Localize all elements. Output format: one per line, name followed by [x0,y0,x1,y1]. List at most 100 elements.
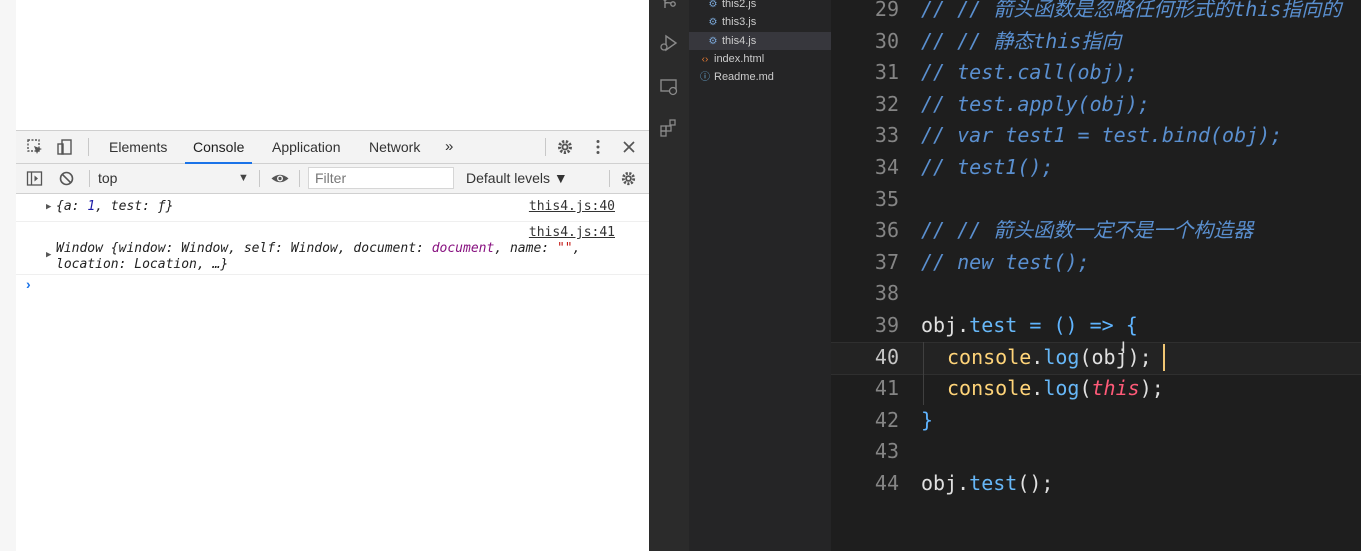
console-prompt[interactable]: › [26,276,31,292]
code-line: 35 [831,184,1361,216]
source-link[interactable]: this4.js:41 [529,225,615,240]
line-number: 36 [831,215,899,247]
code-line: 37 // new test(); [831,247,1361,279]
console-output: ▶ {a: 1, test: ƒ} this4.js:40 this4.js:4… [16,194,649,275]
file-item-readme[interactable]: ⓘReadme.md [689,68,831,86]
line-number: 37 [831,247,899,279]
console-settings-gear-icon[interactable] [620,170,637,187]
code-text: // test1(); [921,152,1053,184]
code-line: 33 // var test1 = test.bind(obj); [831,120,1361,152]
console-toolbar: top ▼ Filter Default levels ▼ [16,164,649,194]
line-number: 39 [831,310,899,342]
code-line: 31 // test.call(obj); [831,57,1361,89]
object-preview[interactable]: {a: 1, test: ƒ} [56,199,173,214]
toolbar-divider [89,170,90,187]
line-number: 38 [831,278,899,310]
tabbar-divider [88,138,89,156]
code-text: // // 箭头函数是忽略任何形式的this指向的 [921,0,1341,26]
line-number: 40 [831,342,899,374]
js-file-icon: ⚙ [707,0,719,14]
code-text: // // 箭头函数一定不是一个构造器 [921,215,1253,247]
code-line: 36 // // 箭头函数一定不是一个构造器 [831,215,1361,247]
code-line: 38 [831,278,1361,310]
more-tabs-button[interactable]: » [445,131,453,163]
remote-explorer-icon[interactable] [659,77,679,97]
activity-bar [649,0,689,551]
code-line: 40console.log(obj); [831,342,1361,374]
file-item-this3[interactable]: ⚙this3.js [689,13,831,31]
tab-console[interactable]: Console [193,131,244,163]
file-item-this2[interactable]: ⚙this2.js [689,0,831,13]
code-text: // new test(); [921,247,1090,279]
line-number: 30 [831,26,899,58]
browser-window: Elements Console Application Network » [0,0,649,551]
toolbar-divider [259,170,260,187]
tab-elements[interactable]: Elements [109,131,167,163]
code-line: 29// // 箭头函数是忽略任何形式的this指向的 [831,0,1361,26]
text-caret [1163,344,1165,371]
source-link[interactable]: this4.js:40 [529,199,615,214]
devtools-panel: Elements Console Application Network » [16,130,649,552]
log-levels-dropdown[interactable]: Default levels ▼ [466,164,568,193]
line-number: 34 [831,152,899,184]
inspect-element-icon[interactable] [26,138,44,156]
close-icon[interactable] [620,138,638,156]
code-line: 30 // // 静态this指向 [831,26,1361,58]
line-number: 44 [831,468,899,500]
vscode-window: ⚙this2.js ⚙this3.js ⚙this4.js ‹›index.ht… [649,0,1361,551]
devtools-tabbar: Elements Console Application Network » [16,131,649,164]
sidebar-toggle-icon[interactable] [26,170,43,187]
file-explorer: ⚙this2.js ⚙this3.js ⚙this4.js ‹›index.ht… [689,0,831,551]
extensions-icon[interactable] [659,118,679,138]
window-gutter [0,0,16,551]
context-dropdown-arrow[interactable]: ▼ [238,164,249,193]
code-line: 39 obj.test = () => { [831,310,1361,342]
expand-triangle-icon[interactable]: ▶ [46,250,51,260]
code-line: 32// test.apply(obj); [831,89,1361,121]
tab-application[interactable]: Application [272,131,341,163]
code-text: // test.call(obj); [921,57,1138,89]
code-line: 43 [831,436,1361,468]
line-number: 43 [831,436,899,468]
kebab-menu-icon[interactable] [589,138,607,156]
tabbar-divider [545,138,546,156]
code-text: // var test1 = test.bind(obj); [921,120,1282,152]
code-line: 41 console.log(this); [831,373,1361,405]
code-line: 44 obj.test(); [831,468,1361,500]
code-text: obj.test(); [921,468,1053,500]
js-file-icon: ⚙ [707,14,719,32]
code-text: } [921,405,933,437]
line-number: 35 [831,184,899,216]
source-control-icon[interactable] [659,0,679,12]
eye-icon[interactable] [270,170,290,187]
code-text: console.log(this); [947,373,1164,405]
file-item-index-html[interactable]: ‹›index.html [689,50,831,68]
device-toolbar-icon[interactable] [56,138,74,156]
toolbar-divider [299,170,300,187]
code-text: // // 静态this指向 [921,26,1121,58]
window-object-preview-cont[interactable]: location: Location, …} [56,257,228,272]
clear-console-icon[interactable] [58,170,75,187]
file-item-this4[interactable]: ⚙this4.js [689,32,831,50]
mouse-ibeam-cursor: I [1121,338,1126,357]
code-line: 34 // test1(); [831,152,1361,184]
code-text: obj.test = () => { [921,310,1138,342]
info-icon: ⓘ [699,69,711,87]
run-debug-icon[interactable] [659,33,679,53]
expand-triangle-icon[interactable]: ▶ [46,202,51,212]
code-line: 42} [831,405,1361,437]
code-editor[interactable]: 29// // 箭头函数是忽略任何形式的this指向的 30 // // 静态th… [831,0,1361,551]
line-number: 31 [831,57,899,89]
window-object-preview[interactable]: Window {window: Window, self: Window, do… [56,241,580,256]
settings-gear-icon[interactable] [556,138,574,156]
line-number: 33 [831,120,899,152]
context-selector[interactable]: top [98,164,117,193]
console-message: this4.js:41 ▶ Window {window: Window, se… [16,222,649,275]
console-message: ▶ {a: 1, test: ƒ} this4.js:40 [16,194,649,222]
line-number: 41 [831,373,899,405]
filter-input[interactable]: Filter [308,167,454,189]
toolbar-divider [609,170,610,187]
line-number: 32 [831,89,899,121]
page-viewport[interactable] [16,0,649,130]
tab-network[interactable]: Network [369,131,420,163]
